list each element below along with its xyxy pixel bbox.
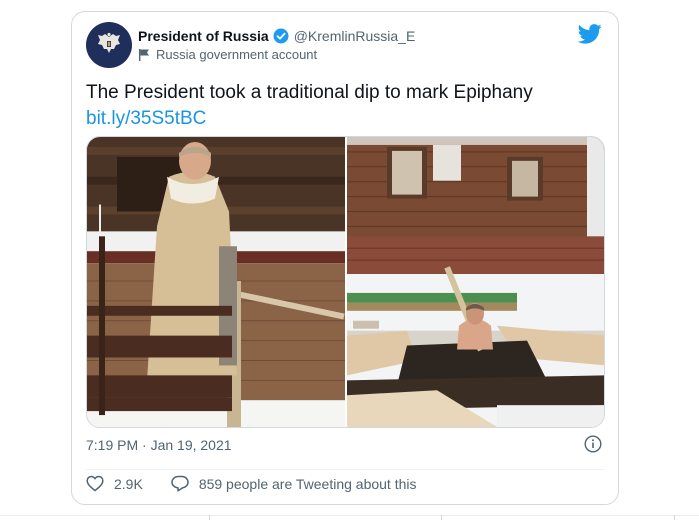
like-count: 2.9K	[114, 475, 143, 492]
handle[interactable]: @KremlinRussia_E	[294, 28, 416, 44]
action-bar: 2.9K 859 people are Tweeting about this	[86, 475, 417, 492]
media-grid[interactable]	[86, 136, 605, 428]
conversation-text: 859 people are Tweeting about this	[198, 475, 417, 492]
account-label-text: Russia government account	[156, 47, 318, 62]
verified-badge-icon	[273, 28, 289, 44]
timestamp[interactable]: 7:19 PM · Jan 19, 2021	[86, 437, 232, 453]
flag-icon	[138, 48, 150, 61]
author-row[interactable]: President of Russia @KremlinRussia_E	[138, 28, 415, 44]
page-tick	[209, 515, 210, 520]
info-icon[interactable]	[584, 435, 602, 453]
like-button[interactable]: 2.9K	[86, 475, 143, 492]
divider	[86, 469, 604, 470]
photo-president-in-coat[interactable]	[87, 137, 345, 427]
speech-bubble-icon	[171, 475, 189, 492]
page-tick	[441, 515, 442, 520]
russian-eagle-icon	[98, 32, 120, 53]
tweet-text: The President took a traditional dip to …	[86, 80, 606, 132]
twitter-bird-icon[interactable]	[577, 24, 602, 44]
display-name[interactable]: President of Russia	[138, 28, 269, 44]
heart-icon	[86, 475, 104, 492]
tweet-body: The President took a traditional dip to …	[86, 82, 533, 103]
account-label: Russia government account	[138, 47, 317, 62]
avatar[interactable]	[86, 22, 132, 68]
tweet-card[interactable]: President of Russia @KremlinRussia_E Rus…	[71, 11, 619, 505]
conversation-button[interactable]: 859 people are Tweeting about this	[171, 475, 417, 492]
tweet-link[interactable]: bit.ly/35S5tBC	[86, 106, 606, 132]
page-tick	[674, 515, 675, 520]
page-bottom-edge	[0, 515, 699, 521]
photo-president-ice-dip[interactable]	[347, 137, 605, 427]
